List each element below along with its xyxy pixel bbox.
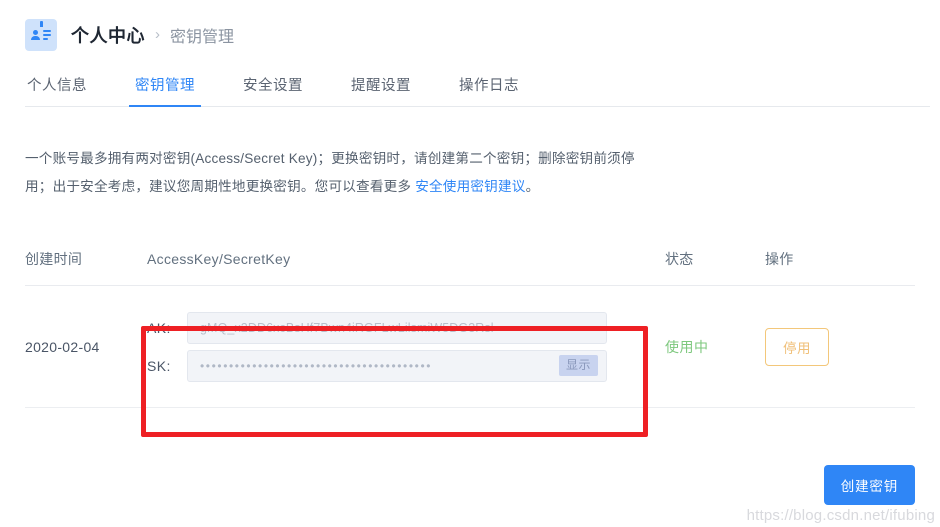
tab-key-management[interactable]: 密钥管理 — [129, 74, 201, 107]
access-key-label: AK: — [147, 319, 171, 336]
column-header-created-time: 创建时间 — [25, 251, 83, 267]
tab-personal-info[interactable]: 个人信息 — [25, 74, 89, 107]
watermark: https://blog.csdn.net/ifubing — [746, 507, 935, 524]
table-header-row: 创建时间 AccessKey/SecretKey 状态 操作 — [25, 249, 915, 286]
access-key-value: gMQ_x2DD6xcBsHf7Bwn4iRGFLwLilsmiW5DG3Rsl — [200, 320, 494, 335]
cell-action: 停用 — [765, 327, 895, 366]
breadcrumb-current-page: 密钥管理 — [170, 28, 235, 46]
tab-bar: 个人信息 密钥管理 安全设置 提醒设置 操作日志 — [0, 61, 940, 107]
breadcrumb: 个人中心 › 密钥管理 — [0, 0, 940, 56]
footer-actions: 创建密钥 — [823, 465, 915, 505]
secret-key-input[interactable]: ••••••••••••••••••••••••••••••••••••••••… — [187, 349, 607, 382]
key-table: 创建时间 AccessKey/SecretKey 状态 操作 2020-02-0… — [25, 249, 915, 408]
cell-keys: AK: gMQ_x2DD6xcBsHf7Bwn4iRGFLwLilsmiW5DG… — [147, 292, 665, 402]
tab-reminder-settings[interactable]: 提醒设置 — [349, 74, 413, 107]
table-row: 2020-02-04 AK: gMQ_x2DD6xcBsHf7Bwn4iRGFL… — [25, 286, 915, 408]
status-badge: 使用中 — [665, 338, 709, 355]
cell-created-time: 2020-02-04 — [25, 338, 100, 355]
breadcrumb-title[interactable]: 个人中心 — [71, 22, 145, 48]
column-header-status: 状态 — [665, 251, 694, 267]
secret-key-masked-value: •••••••••••••••••••••••••••••••••••••••• — [200, 358, 433, 373]
tab-security-settings[interactable]: 安全设置 — [241, 74, 305, 107]
key-policy-description: 一个账号最多拥有两对密钥(Access/Secret Key)；更换密钥时，请创… — [25, 145, 655, 201]
description-text: 一个账号最多拥有两对密钥(Access/Secret Key)；更换密钥时，请创… — [25, 151, 635, 194]
description-text-end: 。 — [525, 179, 540, 194]
create-key-button[interactable]: 创建密钥 — [823, 465, 915, 505]
secret-key-row: SK: ••••••••••••••••••••••••••••••••••••… — [147, 349, 665, 382]
access-key-row: AK: gMQ_x2DD6xcBsHf7Bwn4iRGFLwLilsmiW5DG… — [147, 311, 665, 344]
show-secret-key-button[interactable]: 显示 — [558, 355, 598, 376]
tab-operation-log[interactable]: 操作日志 — [457, 74, 521, 107]
access-key-input[interactable]: gMQ_x2DD6xcBsHf7Bwn4iRGFLwLilsmiW5DG3Rsl — [187, 311, 607, 344]
id-badge-icon — [25, 18, 57, 51]
column-header-keys: AccessKey/SecretKey — [147, 251, 291, 267]
disable-key-button[interactable]: 停用 — [765, 327, 829, 366]
column-header-action: 操作 — [765, 251, 794, 267]
chevron-right-icon: › — [155, 26, 160, 43]
secret-key-label: SK: — [147, 357, 171, 374]
security-advice-link[interactable]: 安全使用密钥建议 — [415, 179, 525, 194]
